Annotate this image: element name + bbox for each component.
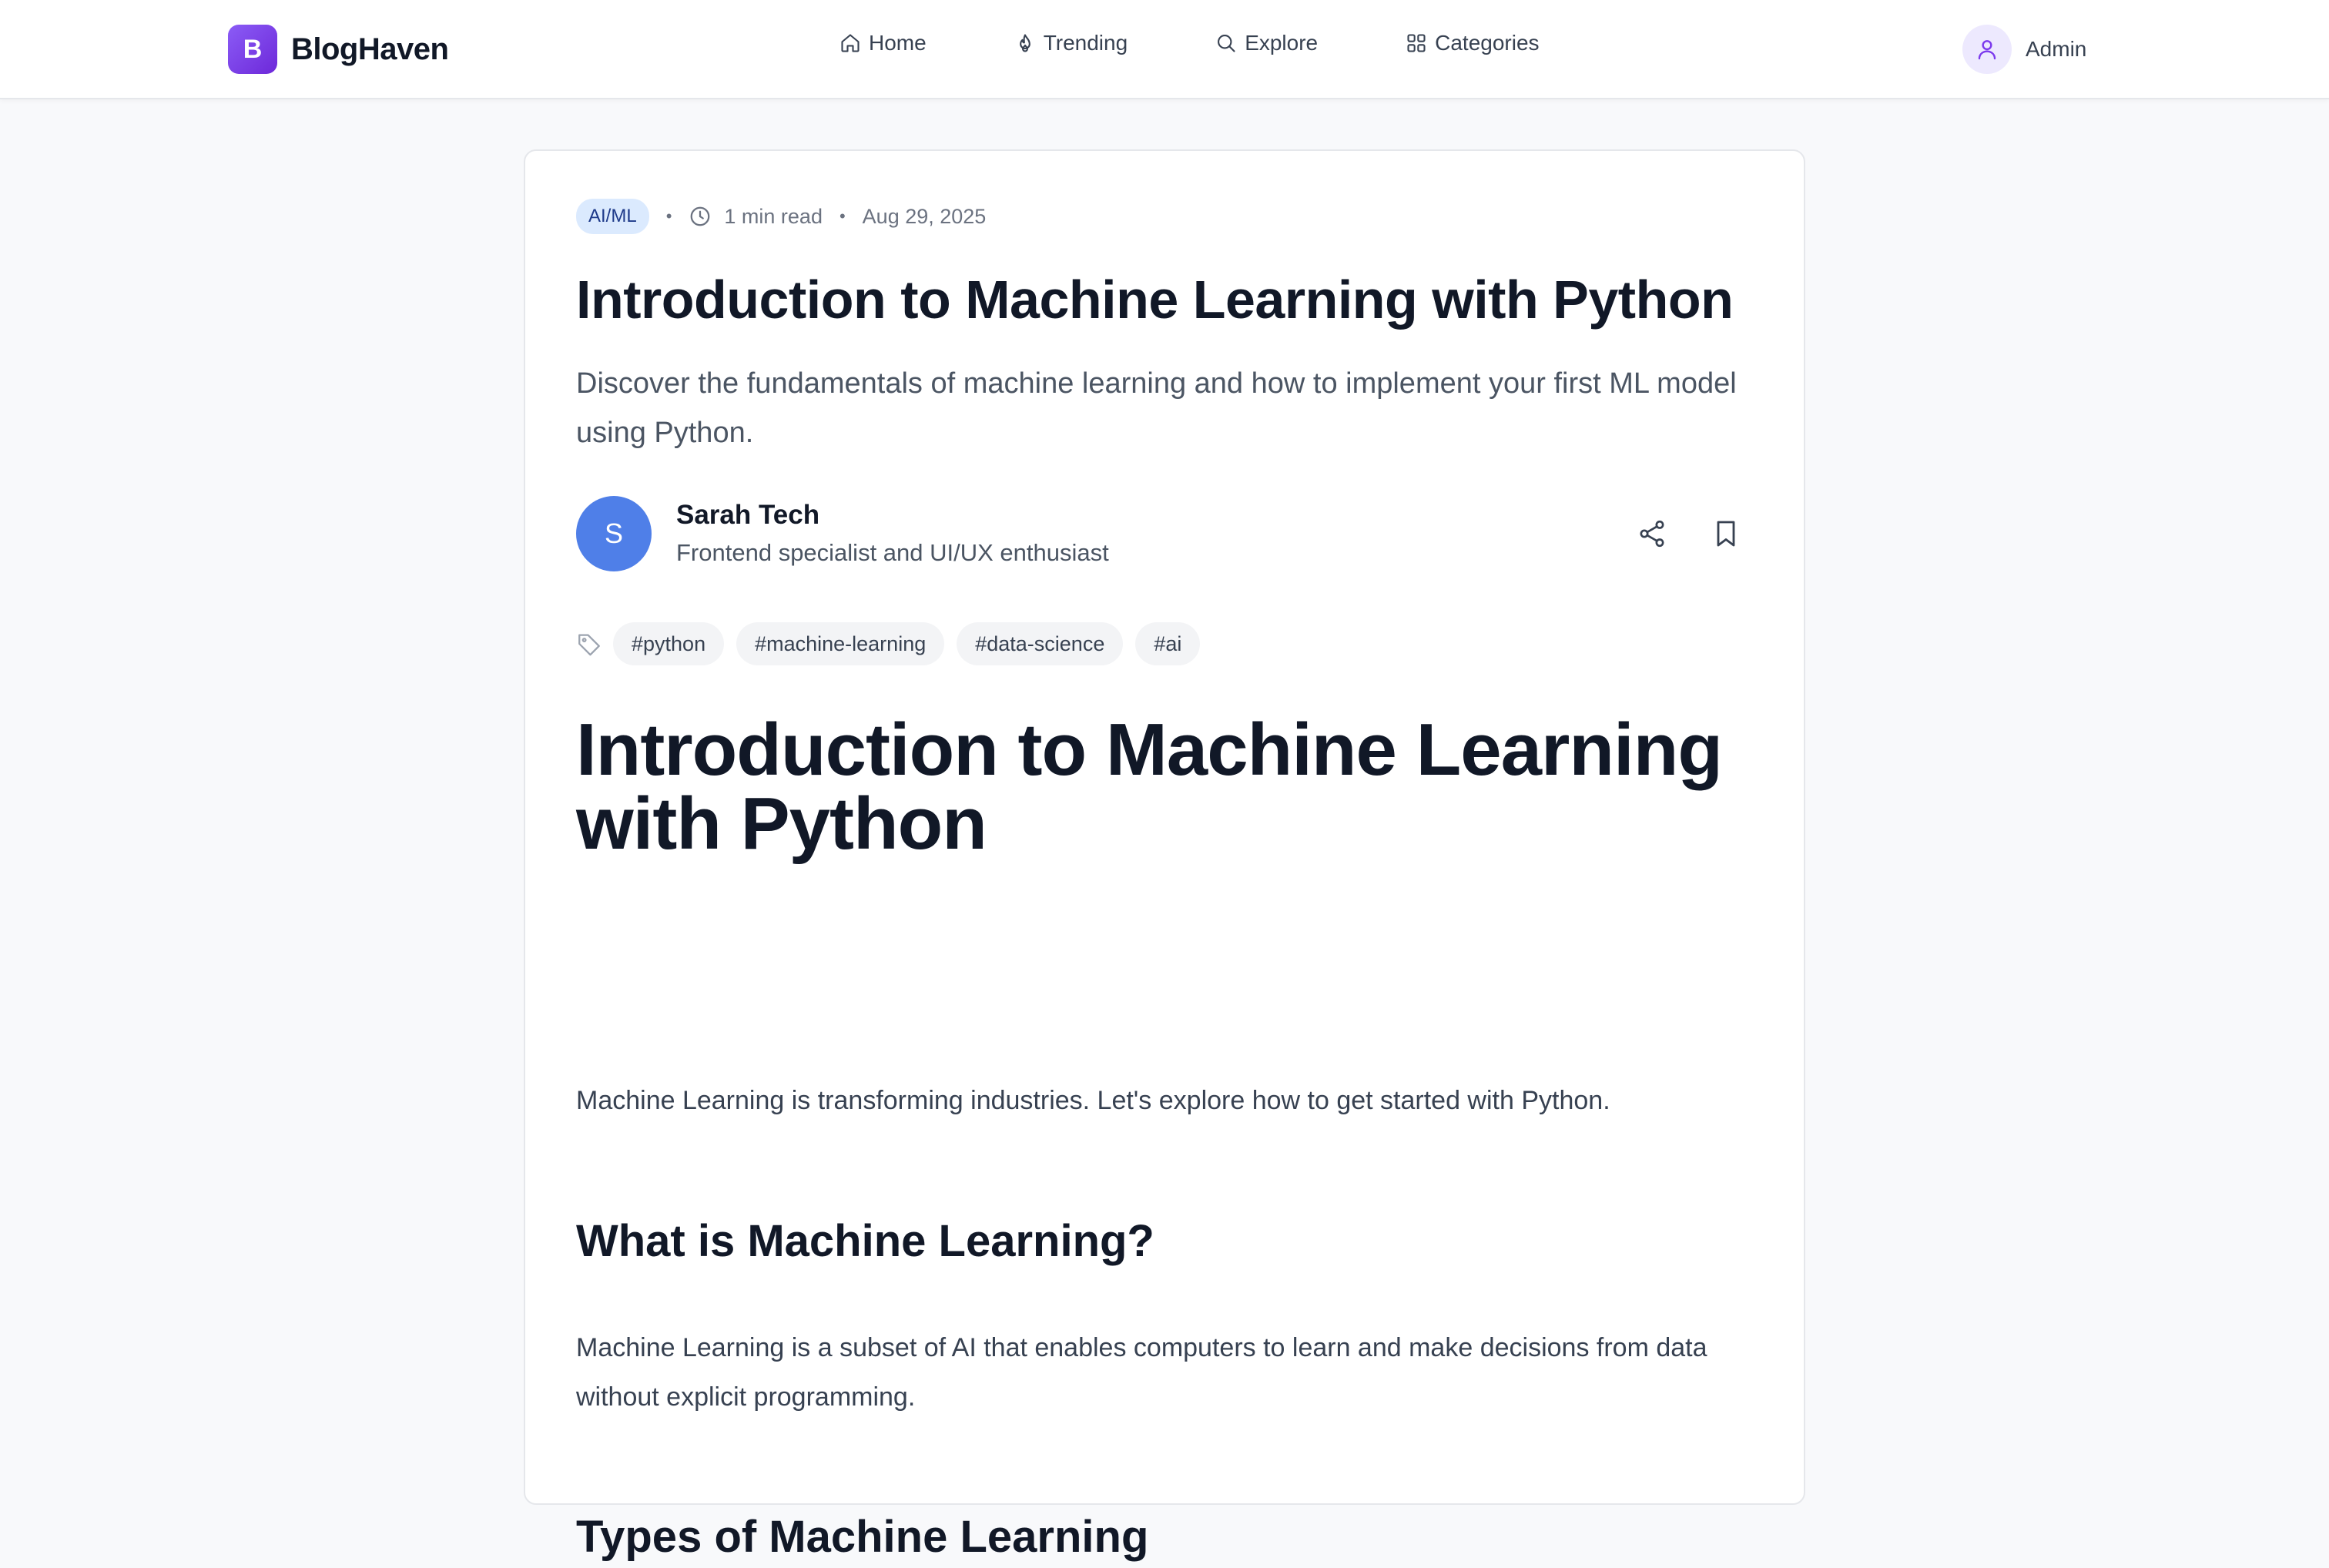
brand[interactable]: B BlogHaven <box>228 25 449 74</box>
user-icon <box>1978 40 1996 60</box>
user-avatar[interactable] <box>1962 25 2012 74</box>
section-heading-types-of-ml: Types of Machine Learning <box>576 1512 1149 1562</box>
author-info: Sarah Tech Frontend specialist and UI/UX… <box>676 498 1109 570</box>
tag-data-science[interactable]: #data-science <box>957 622 1124 665</box>
nav-label-categories: Categories <box>1435 31 1540 55</box>
meta-separator: • <box>839 206 846 226</box>
share-button[interactable] <box>1634 516 1670 551</box>
nav-label-home: Home <box>869 31 927 55</box>
nav-item-categories[interactable]: Categories <box>1406 31 1540 55</box>
nav-label-explore: Explore <box>1245 31 1319 55</box>
category-badge[interactable]: AI/ML <box>576 199 649 234</box>
nav-item-trending[interactable]: Trending <box>1014 31 1128 55</box>
user-menu[interactable]: Admin <box>1962 25 2086 74</box>
brand-logo[interactable]: B <box>228 25 277 74</box>
flame-icon <box>1019 34 1030 52</box>
share-icon <box>1640 520 1664 548</box>
search-icon <box>1218 35 1235 52</box>
article-meta: AI/ML • 1 min read • Aug 29, 2025 <box>576 199 986 234</box>
tag-list: #python #machine-learning #data-science … <box>576 622 1212 665</box>
tag-icon <box>578 634 600 656</box>
main-nav: Home Trending Explore Categories <box>839 31 1540 55</box>
nav-item-explore[interactable]: Explore <box>1215 31 1318 55</box>
brand-name[interactable]: BlogHaven <box>291 32 449 67</box>
article-subtitle: Discover the fundamentals of machine lea… <box>576 367 1737 449</box>
user-name[interactable]: Admin <box>2026 37 2086 62</box>
content-intro: Machine Learning is transforming industr… <box>576 1086 1610 1115</box>
grid-icon <box>1407 34 1426 52</box>
bookmark-icon <box>1717 521 1735 547</box>
tag-python[interactable]: #python <box>613 622 725 665</box>
publish-date: Aug 29, 2025 <box>862 204 987 228</box>
tag-ai[interactable]: #ai <box>1135 622 1201 665</box>
section-heading-what-is-ml: What is Machine Learning? <box>576 1216 1154 1266</box>
article-actions <box>1634 516 1744 551</box>
tag-machine-learning[interactable]: #machine-learning <box>736 622 945 665</box>
home-icon <box>841 34 860 52</box>
author-avatar[interactable]: S <box>576 496 652 571</box>
clock-icon <box>691 206 710 226</box>
nav-item-home[interactable]: Home <box>839 31 927 55</box>
bookmark-button[interactable] <box>1708 516 1744 551</box>
author-name[interactable]: Sarah Tech <box>676 498 1109 533</box>
author-bio: Frontend specialist and UI/UX enthusiast <box>676 539 1109 566</box>
nav-label-trending: Trending <box>1043 31 1128 55</box>
article-title: Introduction to Machine Learning with Py… <box>576 270 1734 330</box>
read-time: 1 min read <box>724 204 823 228</box>
article-card: AI/ML • 1 min read • Aug 29, 2025 Introd… <box>524 149 1805 1562</box>
meta-separator: • <box>665 206 672 226</box>
author-block: S Sarah Tech Frontend specialist and UI/… <box>576 496 1109 571</box>
content-heading: Introduction to Machine Learning with Py… <box>576 709 1723 865</box>
top-navigation-bar: B BlogHaven Home Trending Explore Catego… <box>0 0 2329 99</box>
section-text-what-is-ml: Machine Learning is a subset of AI that … <box>576 1333 1707 1412</box>
